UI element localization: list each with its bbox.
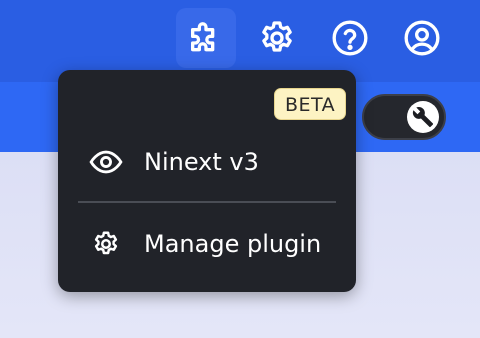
wrench-icon	[412, 107, 434, 128]
plugins-button[interactable]	[176, 8, 236, 68]
help-icon	[332, 20, 368, 56]
help-button[interactable]	[320, 8, 380, 68]
menu-item-ninext[interactable]: Ninext v3	[74, 134, 340, 190]
gear-icon	[88, 226, 124, 262]
menu-divider	[78, 201, 336, 203]
settings-button[interactable]	[247, 8, 307, 68]
menu-item-label: Manage plugin	[144, 230, 322, 258]
plugin-menu: BETA Ninext v3 Manage plugin	[58, 70, 356, 292]
menu-item-label: Ninext v3	[144, 148, 259, 176]
gear-icon	[262, 21, 292, 52]
toggle-switch[interactable]	[362, 94, 446, 140]
menu-item-manage-plugin[interactable]: Manage plugin	[74, 216, 340, 272]
account-button[interactable]	[392, 8, 452, 68]
beta-badge: BETA	[274, 88, 347, 120]
toggle-knob	[407, 101, 439, 133]
eye-icon	[88, 144, 124, 180]
puzzle-icon	[191, 22, 215, 52]
user-icon	[404, 20, 440, 56]
